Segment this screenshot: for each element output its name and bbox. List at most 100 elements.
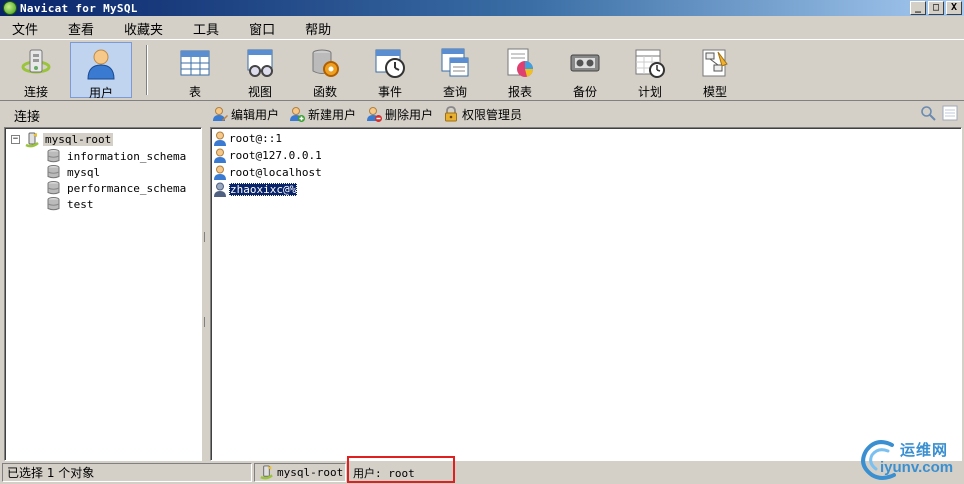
collapse-toggle[interactable]: − [11, 135, 20, 144]
user-icon [214, 165, 226, 180]
connection-node[interactable]: − mysql-root [11, 132, 114, 147]
status-connection-name: mysql-root [277, 466, 344, 479]
window-title: Navicat for MySQL [20, 1, 138, 15]
user-icon [84, 47, 118, 81]
database-icon [47, 165, 60, 179]
database-item[interactable]: information_schema [47, 148, 186, 164]
connection-name: mysql-root [43, 133, 114, 146]
model-diagram-icon [698, 46, 732, 80]
backup-button[interactable]: 备份 [554, 42, 616, 99]
edit-user-button[interactable]: 编辑用户 [212, 106, 279, 123]
status-connection: mysql-root [254, 463, 346, 482]
delete-user-label: 删除用户 [385, 107, 434, 122]
navicat-logo-icon [3, 1, 17, 15]
connect-button[interactable]: 连接 [5, 42, 67, 99]
function-button[interactable]: 函数 [294, 42, 356, 99]
user-icon [214, 148, 226, 163]
user-name: root@localhost [229, 166, 322, 179]
backup-label: 备份 [572, 85, 597, 99]
report-chart-icon [503, 46, 537, 80]
event-label: 事件 [377, 85, 402, 99]
user-button[interactable]: 用户 [70, 42, 132, 100]
connection-icon [260, 465, 273, 480]
connection-plug-icon [19, 46, 53, 80]
function-gear-icon [308, 46, 342, 80]
selection-count: 已选择 1 个对象 [7, 466, 95, 480]
schedule-calendar-icon [633, 46, 667, 80]
splitter-grip-bottom [204, 317, 208, 327]
user-icon [214, 182, 226, 197]
menu-file[interactable]: 文件 [4, 19, 46, 38]
new-user-icon [290, 107, 306, 122]
connect-label: 连接 [23, 85, 48, 99]
table-button[interactable]: 表 [164, 42, 226, 99]
menu-help[interactable]: 帮助 [297, 19, 339, 38]
schedule-button[interactable]: 计划 [619, 42, 681, 99]
object-toolbar: 编辑用户 新建用户 删除用户 权限管理员 [212, 104, 532, 124]
section-header-row: 连接 编辑用户 新建用户 删除用户 权限管理员 [0, 102, 964, 126]
list-view-icon[interactable] [942, 105, 958, 121]
function-label: 函数 [312, 85, 337, 99]
user-label: 用户 [88, 86, 113, 100]
new-user-label: 新建用户 [308, 107, 357, 122]
new-user-button[interactable]: 新建用户 [289, 106, 356, 123]
user-list-item[interactable]: root@localhost [213, 164, 322, 181]
privilege-manager-label: 权限管理员 [462, 107, 523, 122]
status-selection: 已选择 1 个对象 [2, 463, 252, 482]
database-icon [47, 181, 60, 195]
lock-icon [445, 106, 458, 122]
user-icon [214, 131, 226, 146]
event-button[interactable]: 事件 [359, 42, 421, 99]
main-toolbar: 连接 用户 表 视图 函数 事件 查询 报表 备份 计划 模型 [0, 39, 964, 101]
user-list-item[interactable]: root@::1 [213, 130, 282, 147]
privilege-manager-button[interactable]: 权限管理员 [443, 106, 522, 123]
user-list-panel: root@::1 root@127.0.0.1 root@localhost z… [210, 127, 962, 461]
view-label: 视图 [247, 85, 272, 99]
query-label: 查询 [442, 85, 467, 99]
delete-user-button[interactable]: 删除用户 [366, 106, 433, 123]
title-bar: Navicat for MySQL _ □ X [0, 0, 964, 16]
database-name: performance_schema [67, 181, 187, 195]
edit-user-label: 编辑用户 [231, 107, 280, 122]
connection-icon [25, 132, 39, 147]
search-icon[interactable] [920, 105, 936, 121]
window-controls: _ □ X [910, 1, 962, 15]
toolbar-separator [146, 45, 148, 95]
model-button[interactable]: 模型 [684, 42, 746, 99]
menu-favorites[interactable]: 收藏夹 [116, 19, 171, 38]
menu-tools[interactable]: 工具 [185, 19, 227, 38]
watermark-cn: 运维网 [900, 441, 949, 459]
event-clock-icon [373, 46, 407, 80]
close-button[interactable]: X [946, 1, 962, 15]
user-name: root@::1 [229, 132, 282, 145]
view-glasses-icon [243, 46, 277, 80]
view-tools [920, 105, 958, 121]
menu-view[interactable]: 查看 [60, 19, 102, 38]
table-icon [178, 46, 212, 80]
user-list-item-selected[interactable]: zhaoxixc@% [213, 181, 298, 198]
report-button[interactable]: 报表 [489, 42, 551, 99]
user-name: root@127.0.0.1 [229, 149, 322, 162]
database-item[interactable]: mysql [47, 164, 100, 180]
panel-splitter[interactable] [203, 127, 209, 461]
menu-window[interactable]: 窗口 [241, 19, 283, 38]
connection-tree-panel: − mysql-root information_schema mysql pe… [4, 127, 202, 461]
query-icon [438, 46, 472, 80]
connections-header: 连接 [14, 110, 41, 125]
database-item[interactable]: test [47, 196, 94, 212]
schedule-label: 计划 [637, 85, 662, 99]
database-name: information_schema [67, 149, 187, 163]
minimize-button[interactable]: _ [910, 1, 926, 15]
maximize-button[interactable]: □ [928, 1, 944, 15]
backup-tape-icon [568, 46, 602, 80]
database-name: mysql [67, 165, 101, 179]
status-bar: 已选择 1 个对象 mysql-root 用户: root [0, 462, 964, 484]
table-label: 表 [188, 85, 201, 99]
query-button[interactable]: 查询 [424, 42, 486, 99]
database-icon [47, 149, 60, 163]
database-item[interactable]: performance_schema [47, 180, 186, 196]
edit-user-icon [213, 107, 228, 121]
user-list-item[interactable]: root@127.0.0.1 [213, 147, 322, 164]
database-name: test [67, 197, 94, 211]
view-button[interactable]: 视图 [229, 42, 291, 99]
